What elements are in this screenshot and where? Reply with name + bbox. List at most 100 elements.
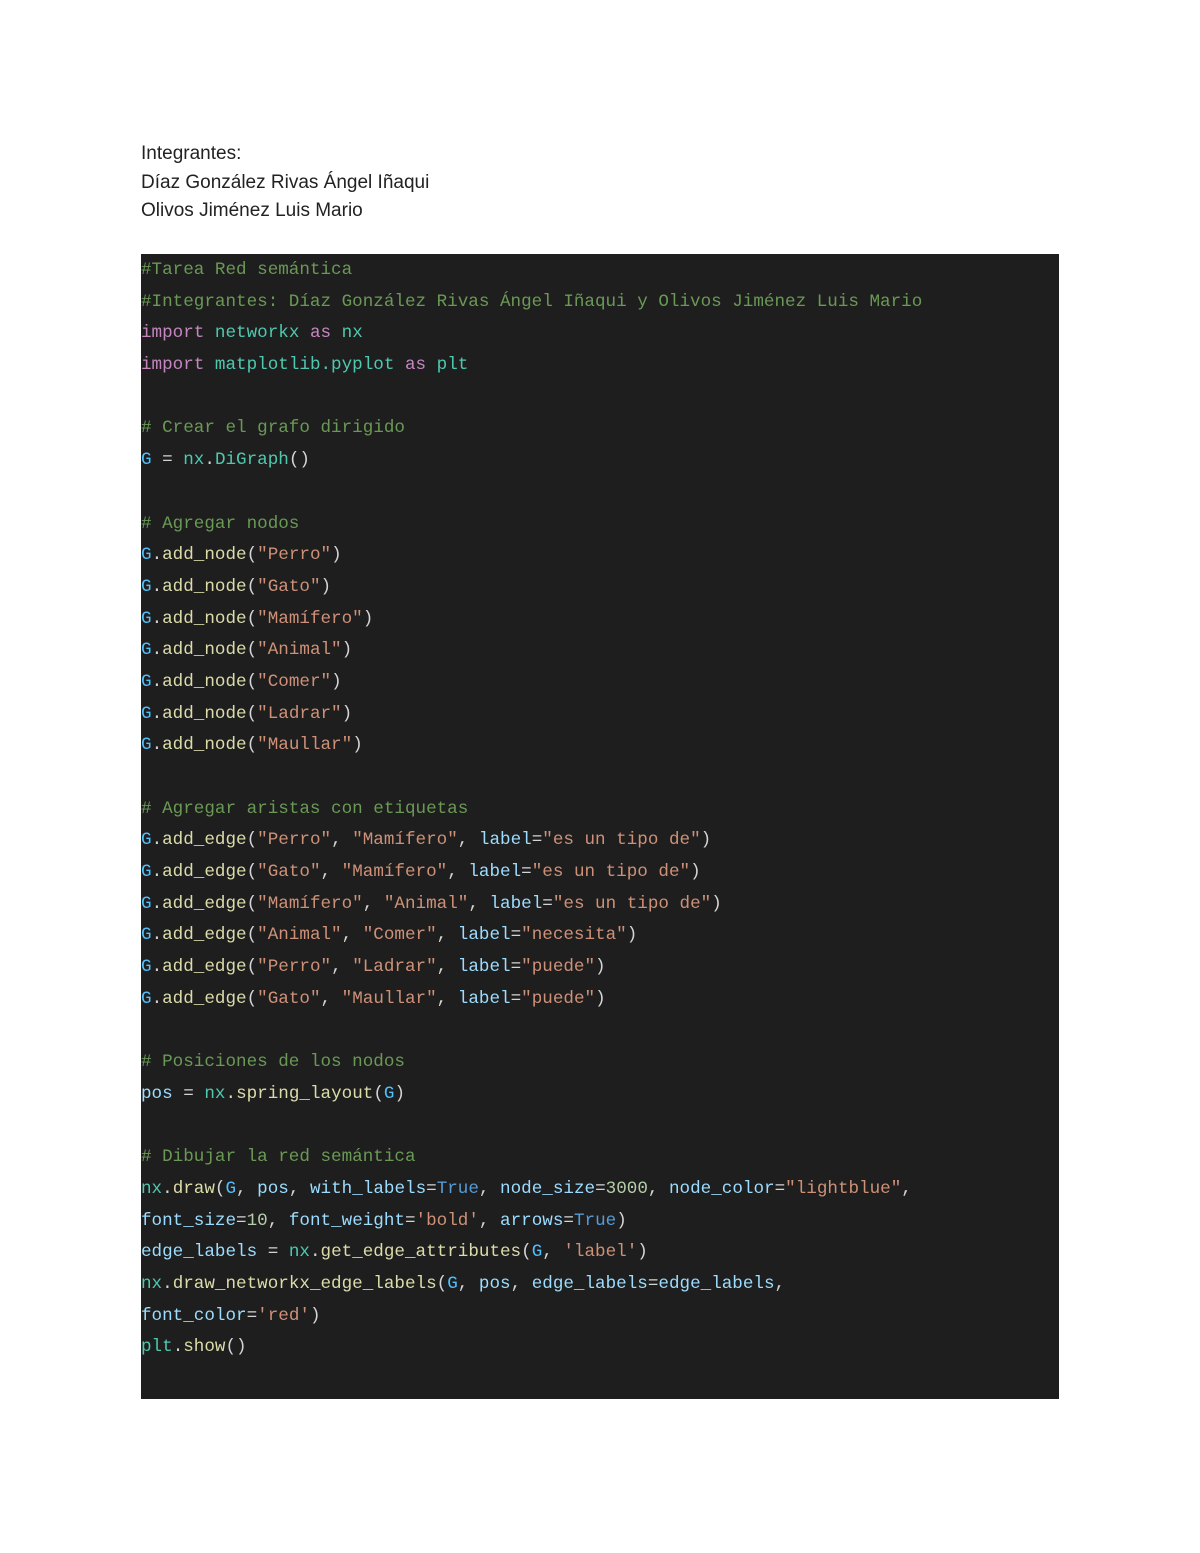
code-token: , — [478, 1210, 501, 1231]
code-line: G = nx.DiGraph() — [141, 445, 1059, 477]
code-token: G — [141, 608, 152, 629]
code-token: label — [478, 830, 532, 851]
code-token: True — [436, 1178, 479, 1199]
code-line: nx.draw_networkx_edge_labels(G, pos, edg… — [141, 1269, 1059, 1301]
code-token: , — [647, 1178, 669, 1199]
code-token: ) — [690, 862, 701, 883]
code-token: . — [225, 1083, 237, 1104]
code-token: "Perro" — [257, 830, 332, 851]
code-token: , — [510, 1274, 532, 1294]
code-token: G — [141, 703, 152, 724]
code-token: # Posiciones de los nodos — [141, 1052, 405, 1073]
code-token: ) — [331, 671, 342, 692]
code-token: arrows — [500, 1210, 564, 1231]
code-token: () — [225, 1337, 247, 1358]
code-line: # Crear el grafo dirigido — [141, 413, 1059, 445]
code-token: spring_layout — [236, 1083, 374, 1104]
code-line: G.add_edge("Gato", "Mamífero", label="es… — [141, 857, 1059, 889]
code-token: networkx — [214, 323, 300, 344]
code-token: add_node — [162, 640, 247, 661]
code-token: G — [141, 830, 152, 851]
code-token: draw — [172, 1178, 215, 1199]
code-token: ( — [246, 925, 258, 946]
code-token: , — [436, 988, 458, 1009]
code-token: draw_networkx_edge_labels — [172, 1274, 437, 1294]
code-token: ) — [352, 735, 363, 756]
code-token: = — [647, 1274, 659, 1294]
code-token: = — [510, 957, 522, 978]
code-token: pos — [478, 1274, 511, 1294]
code-line: G.add_node("Mamífero") — [141, 604, 1059, 636]
code-token: ) — [595, 957, 606, 978]
code-token: "Animal" — [383, 893, 469, 914]
code-token: node_size — [500, 1178, 596, 1199]
code-token: label — [489, 893, 543, 914]
code-token: "Gato" — [257, 988, 321, 1009]
code-line: font_color='red') — [141, 1301, 1059, 1333]
code-token: True — [573, 1210, 617, 1231]
code-token: G — [141, 862, 152, 883]
code-token: = — [151, 450, 184, 471]
code-token: , — [362, 893, 384, 914]
code-line: G.add_node("Ladrar") — [141, 699, 1059, 731]
code-token: 10 — [246, 1210, 268, 1231]
code-token: add_edge — [162, 957, 247, 978]
code-token: as — [309, 323, 332, 344]
code-token: font_color — [141, 1305, 247, 1326]
code-line: nx.draw(G, pos, with_labels=True, node_s… — [141, 1174, 1059, 1206]
code-token: . — [151, 735, 163, 756]
code-token: , — [457, 1274, 479, 1294]
code-token: node_color — [669, 1178, 775, 1199]
code-token: edge_labels — [141, 1242, 258, 1263]
code-token: ( — [246, 988, 258, 1009]
code-line: #Integrantes: Díaz González Rivas Ángel … — [141, 287, 1059, 319]
code-token: "Perro" — [257, 957, 332, 978]
code-token: = — [531, 830, 543, 851]
code-token: G — [141, 640, 152, 661]
code-token: , — [320, 988, 342, 1009]
code-token: get_edge_attributes — [320, 1242, 522, 1263]
code-token: . — [151, 545, 163, 566]
code-token: = — [774, 1178, 786, 1199]
code-token: ( — [246, 862, 258, 883]
code-token: , — [288, 1178, 310, 1199]
code-token: . — [151, 576, 163, 597]
code-token: ) — [626, 925, 638, 946]
code-line: font_size=10, font_weight='bold', arrows… — [141, 1206, 1059, 1238]
code-token: ) — [394, 1083, 406, 1104]
code-token: # Agregar aristas con etiquetas — [141, 798, 469, 819]
code-block: #Tarea Red semántica #Integrantes: Díaz G… — [141, 254, 1059, 1399]
code-token: import — [141, 323, 205, 344]
code-token: add_node — [162, 545, 247, 566]
code-token: ) — [637, 1242, 648, 1263]
code-token: label — [457, 957, 511, 978]
code-line: import matplotlib.pyplot as plt — [141, 350, 1059, 382]
code-token: , — [320, 862, 342, 883]
code-token: () — [288, 450, 310, 471]
code-token: , — [901, 1178, 912, 1199]
code-line: G.add_edge("Animal", "Comer", label="nec… — [141, 920, 1059, 952]
code-token: nx — [204, 1083, 226, 1104]
code-token: . — [162, 1178, 173, 1199]
code-token: DiGraph — [214, 450, 289, 471]
code-token: . — [151, 893, 163, 914]
code-token: . — [151, 671, 163, 692]
code-token: "puede" — [521, 957, 596, 978]
code-token: . — [162, 1274, 173, 1294]
code-token: , — [341, 925, 363, 946]
code-token: "es un tipo de" — [542, 830, 701, 851]
code-token: ) — [309, 1305, 321, 1326]
code-token: "Mamífero" — [257, 893, 363, 914]
code-token: G — [141, 671, 152, 692]
code-token: import — [141, 355, 205, 376]
code-line: # Posiciones de los nodos — [141, 1047, 1059, 1079]
code-token: G — [141, 576, 152, 597]
code-token: G — [141, 893, 152, 914]
code-token: label — [457, 988, 511, 1009]
code-token: = — [542, 893, 553, 914]
code-line: pos = nx.spring_layout(G) — [141, 1079, 1059, 1111]
header-line: Díaz González Rivas Ángel Iñaqui — [141, 171, 430, 193]
